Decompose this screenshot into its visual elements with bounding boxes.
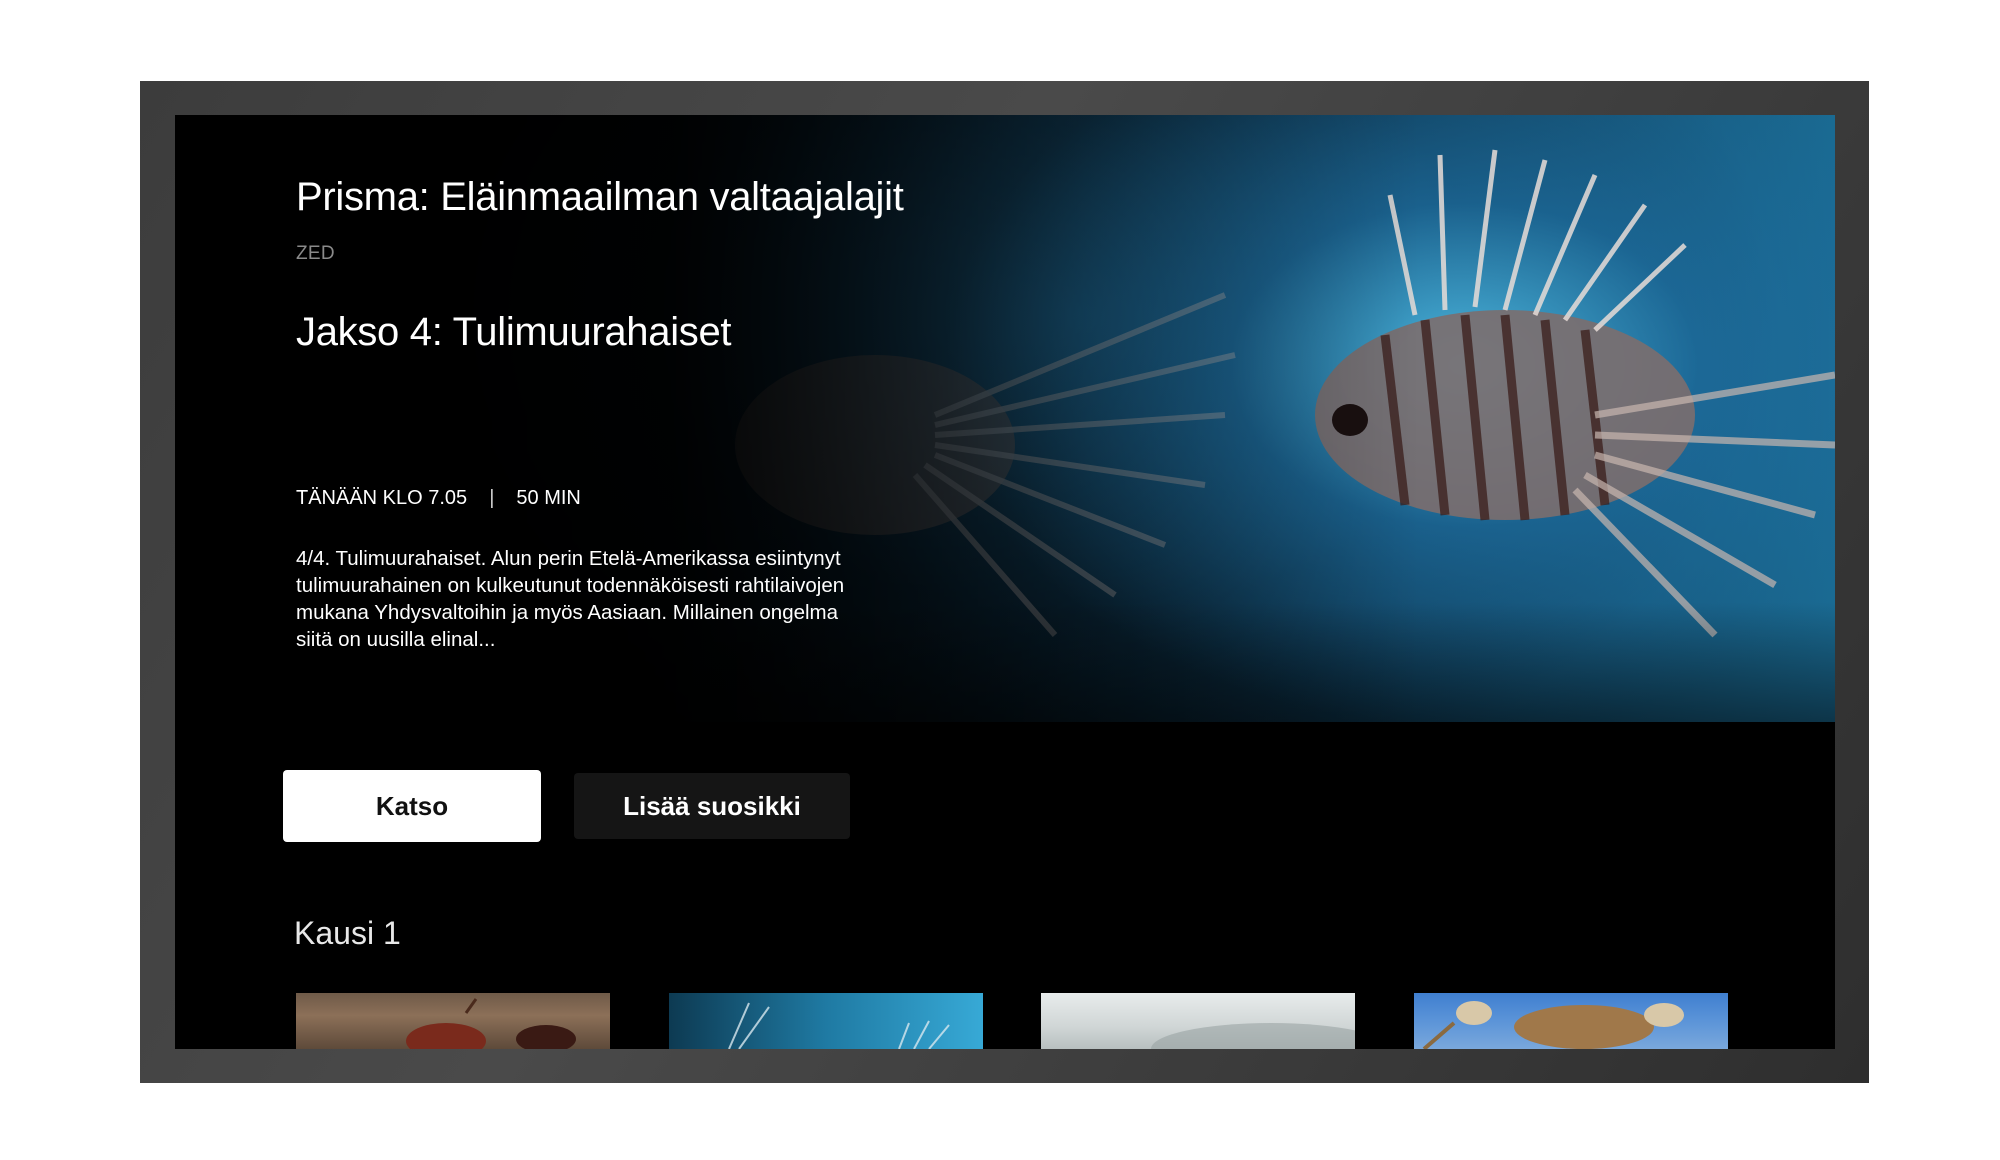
lionfish-thumbnail-icon <box>728 1002 950 1049</box>
hero-banner: Prisma: Eläinmaailman valtaajalajit ZED … <box>175 115 1835 722</box>
air-time: TÄNÄÄN KLO 7.05 <box>296 487 468 509</box>
add-favorite-button[interactable]: Lisää suosikki <box>574 773 850 839</box>
season-heading: Kausi 1 <box>294 915 401 951</box>
misty-landscape-thumbnail-icon <box>1151 1023 1355 1049</box>
episode-card-3[interactable] <box>1041 993 1355 1049</box>
crab-thumbnail-icon <box>1422 1001 1684 1049</box>
meta-separator: | <box>489 487 495 509</box>
fire-ants-thumbnail-icon <box>406 998 576 1049</box>
episode-description: 4/4. Tulimuurahaiset. Alun perin Etelä-A… <box>296 547 845 651</box>
episode-title: Jakso 4: Tulimuurahaiset <box>296 310 732 354</box>
episode-card-2[interactable] <box>669 993 983 1049</box>
duration: 50 MIN <box>516 487 581 509</box>
series-title: Prisma: Eläinmaailman valtaajalajit <box>296 175 904 219</box>
channel-name: ZED <box>296 243 335 264</box>
tv-screen: Prisma: Eläinmaailman valtaajalajit ZED … <box>175 115 1835 1049</box>
episode-card-1[interactable] <box>296 993 610 1049</box>
watch-button[interactable]: Katso <box>283 770 541 842</box>
episode-meta: TÄNÄÄN KLO 7.05 | 50 MIN <box>296 487 581 510</box>
episode-card-4[interactable] <box>1414 993 1728 1049</box>
